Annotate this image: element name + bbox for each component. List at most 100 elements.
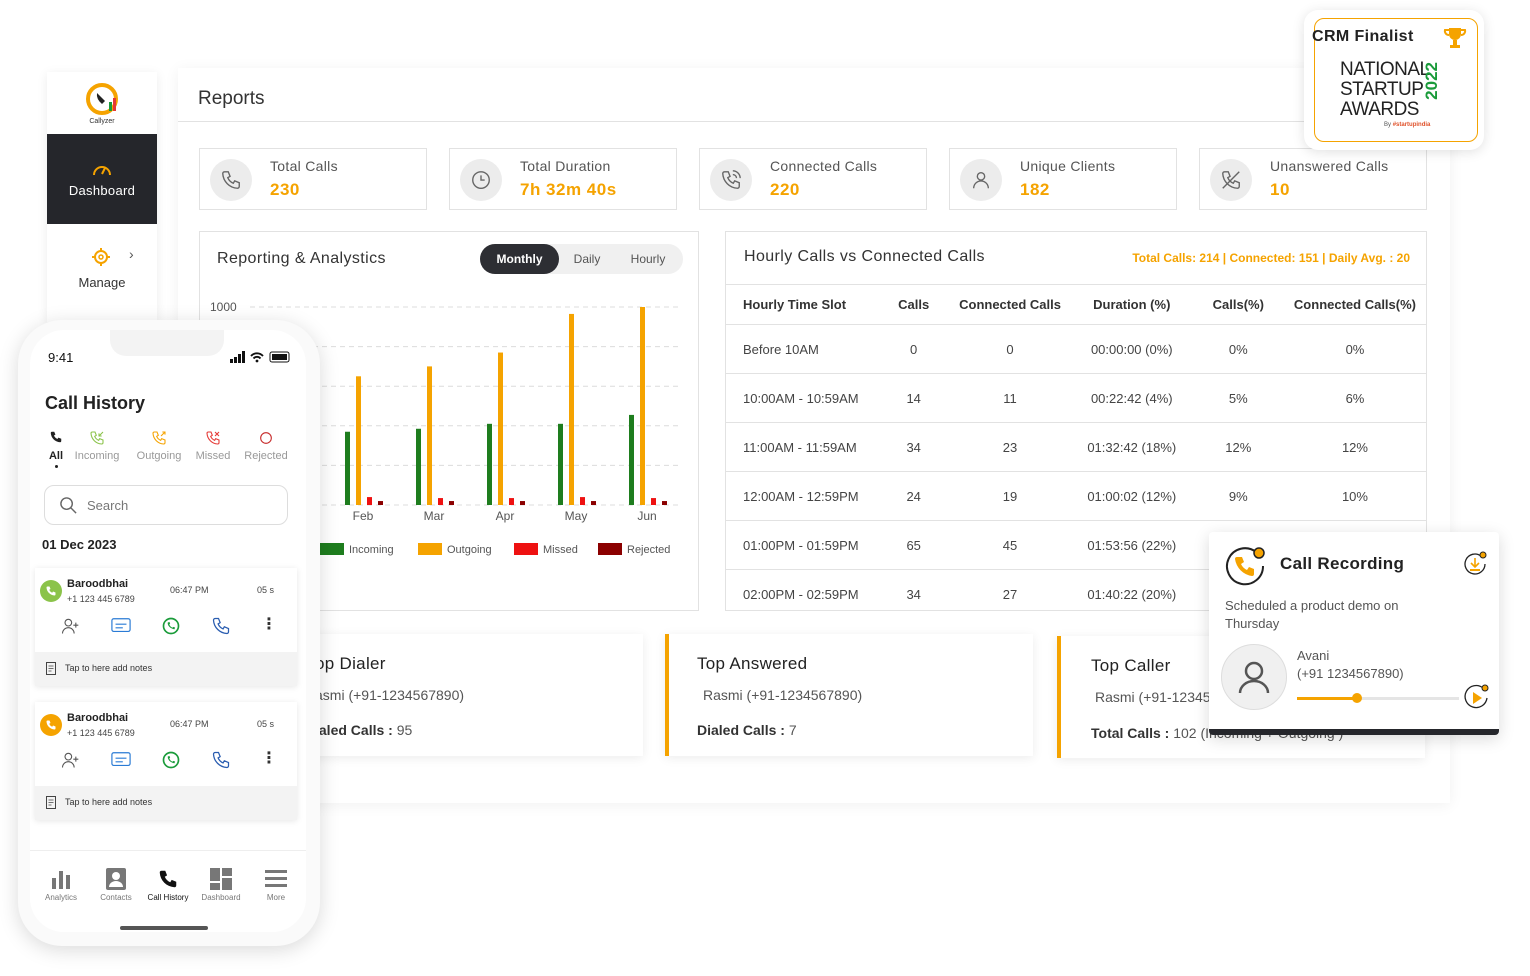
stat-label: Total Calls [270, 158, 338, 174]
add-contact-icon[interactable] [60, 616, 80, 641]
header-divider [178, 121, 1318, 122]
clock-icon [460, 159, 502, 201]
chart-title: Reporting & Analystics [217, 250, 386, 268]
phone-ringing-icon [710, 159, 752, 201]
tab-analytics[interactable]: Analytics [33, 865, 89, 902]
download-icon[interactable] [1463, 550, 1489, 578]
bar-outgoing-may [569, 314, 574, 505]
caller-number: +1 123 445 6789 [67, 594, 135, 604]
filter-outgoing[interactable]: Outgoing [131, 430, 187, 462]
legend-swatch [598, 543, 622, 555]
more-vertical-icon[interactable]: ⋮ [261, 614, 277, 634]
filter-incoming[interactable]: Incoming [69, 430, 125, 462]
call-history-title: Call History [45, 393, 145, 414]
home-indicator[interactable] [120, 926, 208, 930]
whatsapp-icon[interactable] [161, 750, 181, 775]
table-cell: 34 [878, 423, 949, 472]
column-header: Connected Calls [949, 285, 1071, 325]
table-cell: 11:00AM - 11:59AM [726, 423, 878, 472]
stat-card-total-calls: Total Calls 230 [199, 148, 427, 210]
stat-card-unique-clients: Unique Clients 182 [949, 148, 1177, 210]
whatsapp-icon[interactable] [161, 616, 181, 641]
call-list-item[interactable]: Baroodbhai +1 123 445 6789 06:47 PM 05 s… [35, 702, 297, 820]
bar-rejected-apr [520, 501, 525, 505]
bar-outgoing-jun [640, 307, 645, 505]
bar-missed-feb [367, 497, 372, 505]
add-contact-icon[interactable] [60, 750, 80, 775]
add-note-bar[interactable]: Tap to here add notes [35, 652, 297, 686]
call-list-item[interactable]: Baroodbhai +1 123 445 6789 06:47 PM 05 s… [35, 568, 297, 686]
call-icon[interactable] [211, 616, 231, 641]
call-duration: 05 s [257, 719, 274, 729]
card-count: Dialed Calls : 7 [697, 722, 797, 738]
app-logo[interactable]: Callyzer [47, 72, 157, 134]
add-note-bar[interactable]: Tap to here add notes [35, 786, 297, 820]
tab-dashboard[interactable]: Dashboard [193, 865, 249, 902]
award-title: CRM Finalist [1312, 28, 1414, 46]
y-tick-label: 1000 [210, 300, 237, 314]
tab-call-history[interactable]: Call History [140, 865, 196, 902]
bar-rejected-may [591, 501, 596, 505]
table-cell: 01:53:56 (22%) [1071, 521, 1193, 570]
outgoing-call-icon [151, 430, 167, 446]
period-segmented-control: Monthly Daily Hourly [480, 244, 683, 274]
table-row: 10:00AM - 10:59AM 14 11 00:22:42 (4%) 5%… [726, 374, 1426, 423]
call-icon[interactable] [211, 750, 231, 775]
legend-swatch [320, 543, 344, 555]
sidebar-item-manage[interactable]: › Manage [47, 232, 157, 302]
phone-icon [157, 868, 179, 890]
table-cell: 9% [1193, 472, 1284, 521]
add-note-text: Tap to here add notes [65, 797, 152, 807]
date-header: 01 Dec 2023 [42, 537, 116, 552]
recording-title: Call Recording [1280, 554, 1404, 574]
table-row: 11:00AM - 11:59AM 34 23 01:32:42 (18%) 1… [726, 423, 1426, 472]
bar-chart-icon [50, 869, 72, 889]
legend-label: Outgoing [447, 544, 492, 556]
award-by: By #startupindia [1384, 122, 1430, 128]
call-recording-popup: Call Recording Scheduled a product demo … [1209, 532, 1499, 735]
sidebar: Callyzer Dashboard › Manage [47, 72, 157, 322]
tab-hourly[interactable]: Hourly [615, 244, 681, 274]
message-icon[interactable] [110, 616, 132, 641]
filter-rejected[interactable]: Rejected [238, 430, 294, 462]
search-input[interactable]: Search [44, 485, 288, 525]
bar-incoming-apr [487, 424, 492, 505]
table-cell: 00:22:42 (4%) [1071, 374, 1193, 423]
tab-more[interactable]: More [248, 865, 304, 902]
recording-description: Scheduled a product demo on Thursday [1225, 597, 1445, 633]
table-cell: 01:32:42 (18%) [1071, 423, 1193, 472]
top-answered-card: Top Answered Rasmi (+91-1234567890) Dial… [665, 634, 1033, 756]
more-vertical-icon[interactable]: ⋮ [261, 748, 277, 768]
x-tick-label: Jun [637, 509, 656, 523]
x-tick-label: May [565, 509, 588, 523]
playback-handle[interactable] [1352, 693, 1362, 703]
sidebar-item-dashboard[interactable]: Dashboard [47, 134, 157, 224]
table-cell: 10% [1284, 472, 1426, 521]
filter-missed[interactable]: Missed [185, 430, 241, 462]
tab-contacts[interactable]: Contacts [88, 865, 144, 902]
stat-label: Unique Clients [1020, 158, 1115, 174]
table-cell: 00:00:00 (0%) [1071, 325, 1193, 374]
award-year: 2022 [1422, 62, 1442, 100]
message-icon[interactable] [110, 750, 132, 775]
table-cell: 14 [878, 374, 949, 423]
tab-monthly[interactable]: Monthly [480, 244, 559, 274]
incoming-call-avatar-icon [40, 580, 62, 602]
award-badge: CRM Finalist NATIONAL STARTUP AWARDS 202… [1304, 10, 1484, 150]
play-icon[interactable] [1463, 682, 1491, 712]
contacts-icon [106, 868, 126, 890]
table-cell: 24 [878, 472, 949, 521]
table-cell: 12:00AM - 12:59PM [726, 472, 878, 521]
stat-value: 182 [1020, 180, 1050, 200]
table-cell: 19 [949, 472, 1071, 521]
bar-outgoing-mar [427, 366, 432, 505]
stat-label: Connected Calls [770, 158, 877, 174]
speedometer-icon [92, 161, 112, 177]
tab-daily[interactable]: Daily [559, 244, 615, 274]
add-note-text: Tap to here add notes [65, 663, 152, 673]
stat-card-connected-calls: Connected Calls 220 [699, 148, 927, 210]
user-icon [960, 159, 1002, 201]
bar-rejected-mar [449, 501, 454, 505]
caller-number: +1 123 445 6789 [67, 728, 135, 738]
bar-rejected-feb [378, 501, 383, 505]
